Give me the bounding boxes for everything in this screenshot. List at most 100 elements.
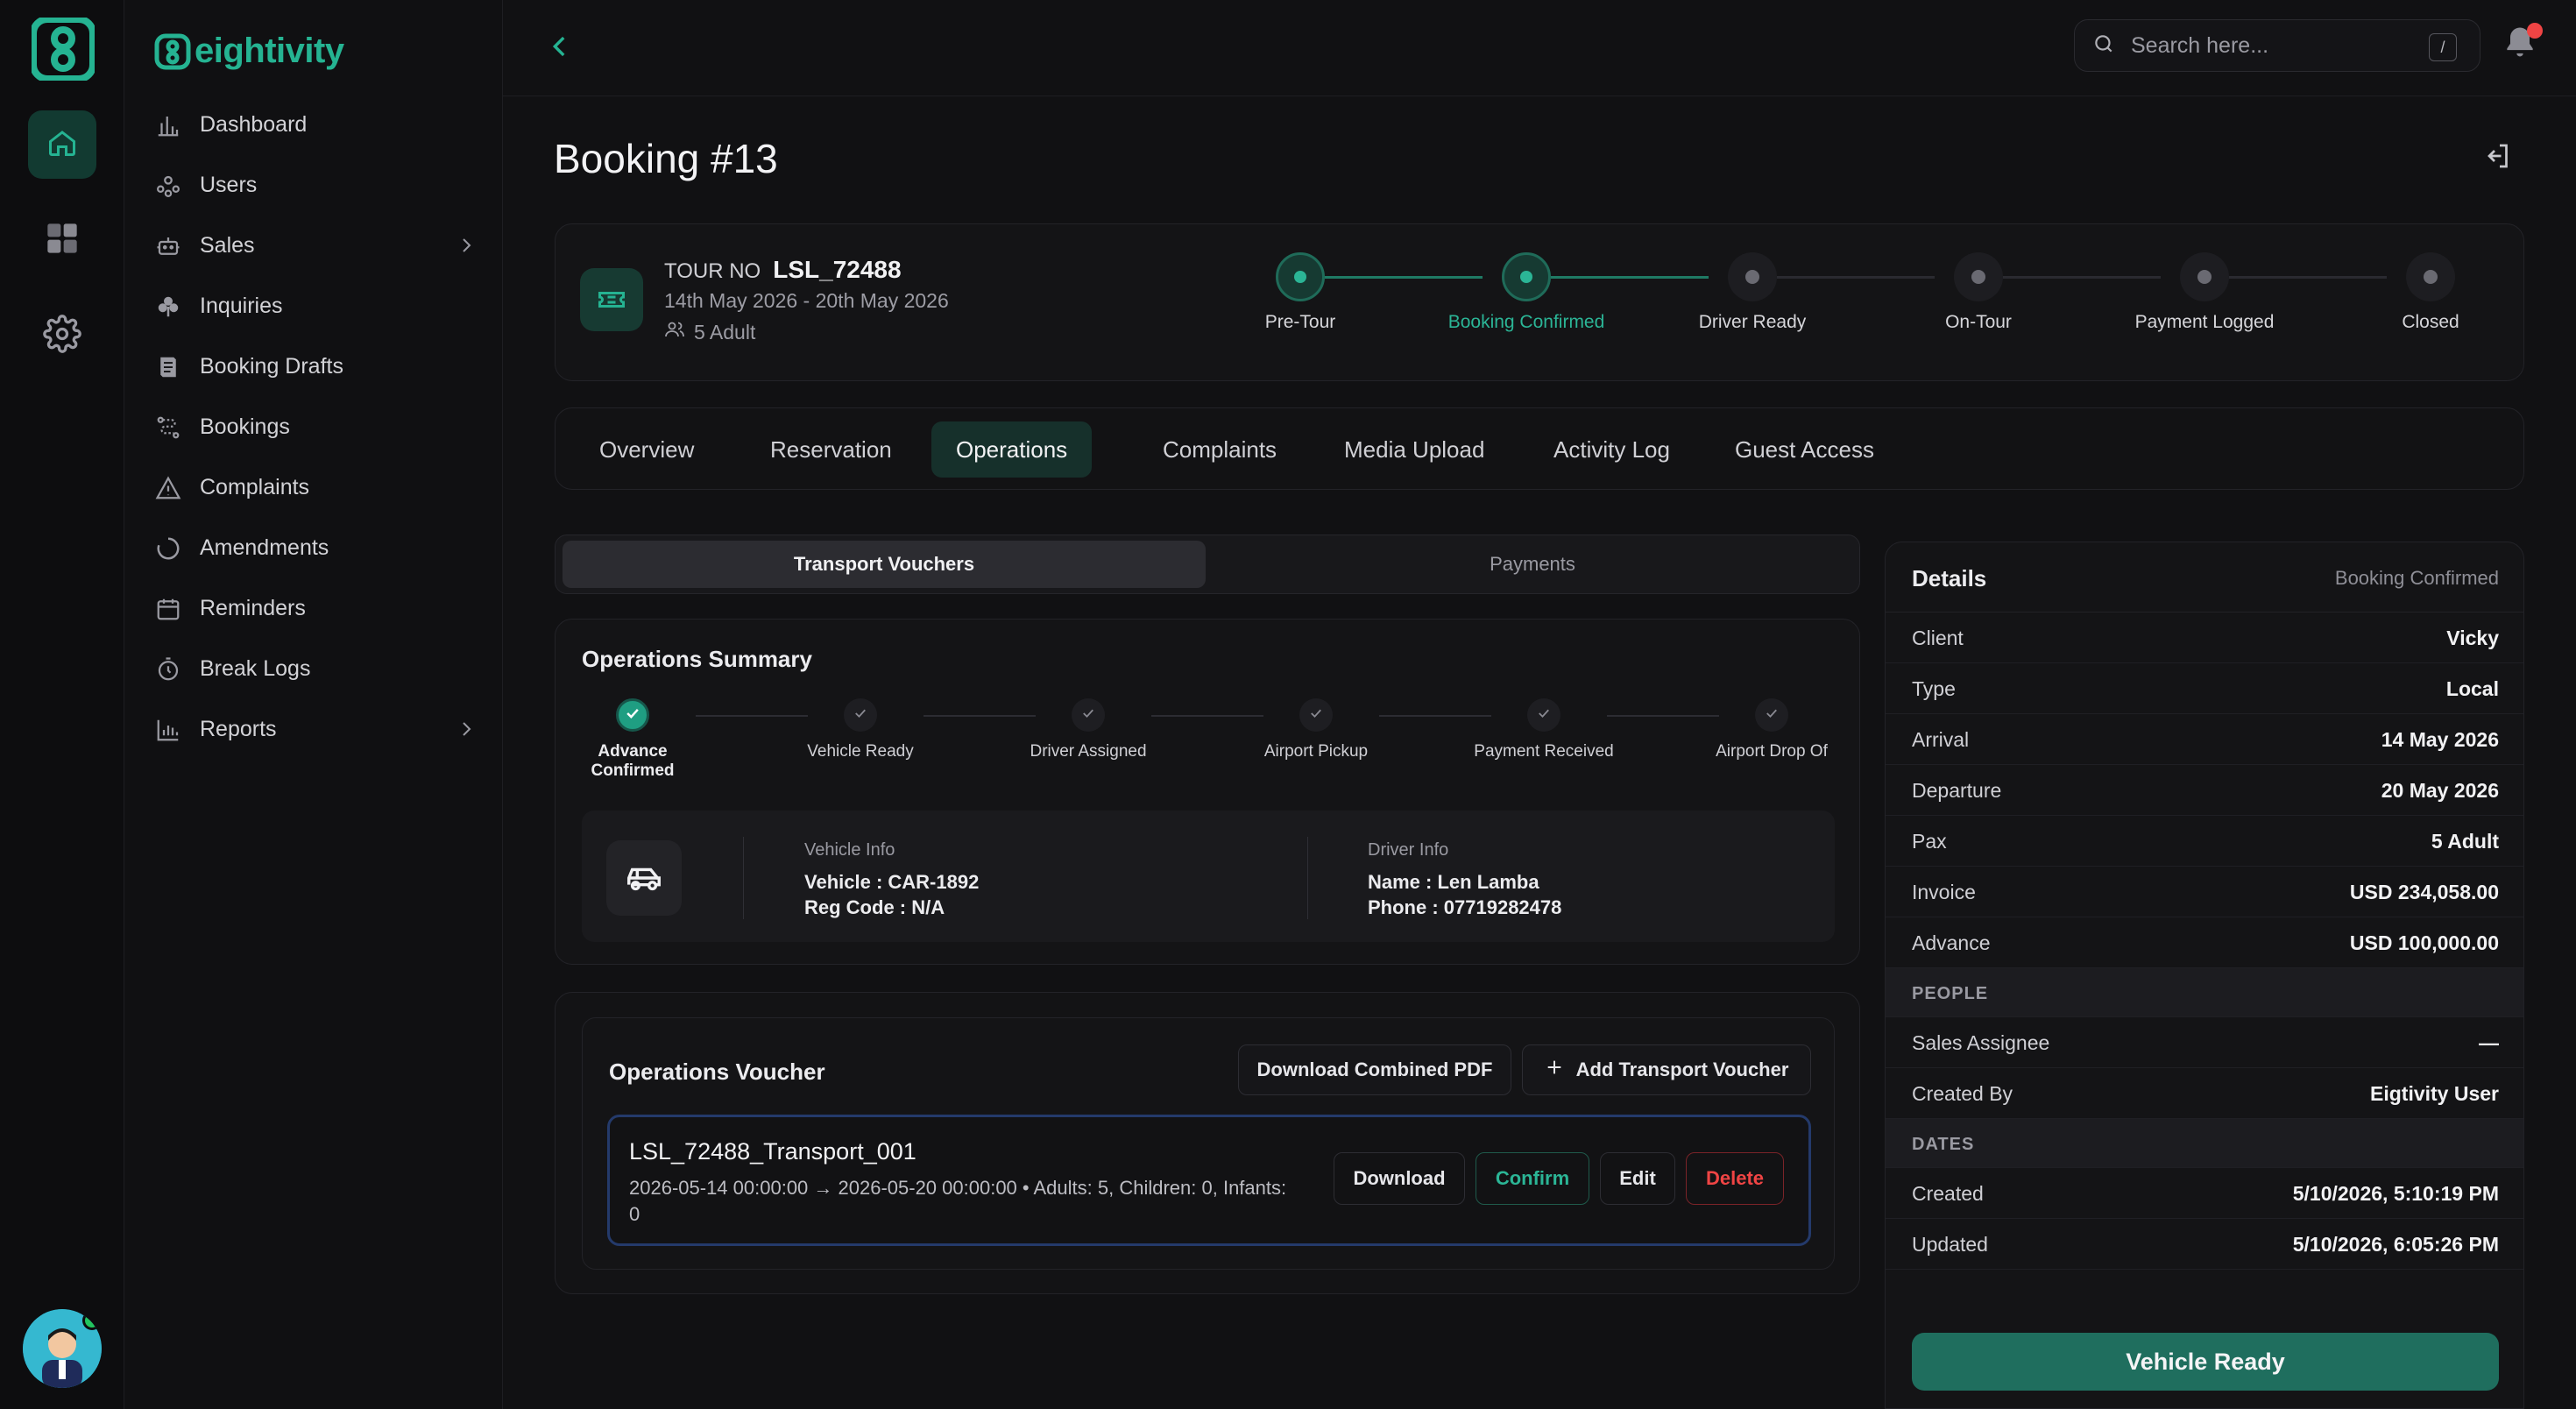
- back-button[interactable]: [538, 26, 582, 70]
- sidebar-item-booking-drafts[interactable]: Booking Drafts: [151, 336, 484, 397]
- timer-icon: [154, 655, 182, 683]
- transport-voucher-item[interactable]: LSL_72488_Transport_001 2026-05-14 00:00…: [607, 1115, 1811, 1246]
- driver-info: Driver Info Name : Len Lamba Phone : 077…: [1368, 840, 1561, 920]
- step-connector: [696, 715, 808, 717]
- download-combined-pdf-button[interactable]: Download Combined PDF: [1238, 1044, 1511, 1095]
- step-on-tour: [1954, 252, 2003, 301]
- details-section-people: PEOPLE: [1886, 968, 2523, 1017]
- chevron-right-icon: [456, 235, 477, 262]
- sidebar-item-break-logs[interactable]: Break Logs: [151, 639, 484, 699]
- confirm-button[interactable]: Confirm: [1476, 1152, 1589, 1205]
- sidebar-item-users[interactable]: Users: [151, 155, 484, 216]
- detail-value: —: [2479, 1031, 2499, 1054]
- step-label: Booking Confirmed: [1447, 312, 1605, 332]
- step-connector: [1777, 276, 1935, 279]
- details-section-dates: DATES: [1886, 1119, 2523, 1168]
- online-status-indicator: [82, 1311, 102, 1330]
- sidebar-item-bookings[interactable]: Bookings: [151, 397, 484, 457]
- details-header: Details Booking Confirmed: [1886, 542, 2523, 612]
- vehicle-ready-button[interactable]: Vehicle Ready: [1912, 1333, 2499, 1391]
- tab-reservation[interactable]: Reservation: [746, 421, 916, 478]
- sidebar-nav: Dashboard Users Sales Inquiries Booking …: [151, 95, 484, 760]
- button-label: Confirm: [1495, 1167, 1570, 1189]
- brand-mark-icon: [154, 33, 191, 69]
- driver-info-caption: Driver Info: [1368, 840, 1449, 860]
- ops-step-label: Driver Assigned: [1030, 742, 1147, 761]
- download-button[interactable]: Download: [1334, 1152, 1465, 1205]
- step-label: Driver Ready: [1698, 312, 1807, 332]
- step-label: On-Tour: [1945, 312, 2012, 332]
- booking-tabs: Overview Reservation Operations Complain…: [555, 407, 2524, 490]
- bar-chart-icon: [154, 111, 182, 139]
- detail-key: Client: [1912, 627, 1964, 649]
- detail-value: Eigtivity User: [2370, 1082, 2499, 1105]
- booking-status-stepper: Pre-Tour Booking Confirmed Driver Ready …: [556, 224, 2523, 380]
- tab-complaints[interactable]: Complaints: [1138, 421, 1301, 478]
- driver-info-values: Name : Len Lamba Phone : 07719282478: [1368, 869, 1561, 920]
- tab-media-upload[interactable]: Media Upload: [1320, 421, 1509, 478]
- ops-step-label: Vehicle Ready: [807, 742, 914, 761]
- sidebar-item-amendments[interactable]: Amendments: [151, 518, 484, 578]
- segment-transport-vouchers[interactable]: Transport Vouchers: [563, 541, 1206, 588]
- details-title: Details: [1912, 565, 1987, 591]
- tab-overview[interactable]: Overview: [575, 421, 718, 478]
- operations-summary-title: Operations Summary: [582, 646, 812, 672]
- tab-guest-access[interactable]: Guest Access: [1710, 421, 1899, 478]
- step-label: Payment Logged: [2134, 312, 2275, 332]
- spinner-icon: [154, 535, 182, 563]
- detail-row-invoice: Invoice USD 234,058.00: [1886, 867, 2523, 917]
- detail-key: Arrival: [1912, 728, 1970, 751]
- detail-value: Vicky: [2446, 627, 2499, 649]
- exit-button[interactable]: [2481, 140, 2520, 179]
- detail-key: Advance: [1912, 931, 1991, 954]
- warning-icon: [154, 474, 182, 502]
- rail-settings-button[interactable]: [28, 301, 96, 370]
- sidebar-item-complaints[interactable]: Complaints: [151, 457, 484, 518]
- sidebar-item-reminders[interactable]: Reminders: [151, 578, 484, 639]
- sidebar-item-label: Amendments: [200, 535, 329, 560]
- add-transport-voucher-button[interactable]: Add Transport Voucher: [1522, 1044, 1811, 1095]
- brand-logo[interactable]: eightivity: [154, 32, 344, 71]
- vehicle-info: Vehicle Info Vehicle : CAR-1892 Reg Code…: [804, 840, 979, 920]
- detail-row-advance: Advance USD 100,000.00: [1886, 917, 2523, 968]
- step-connector: [1325, 276, 1483, 279]
- search-box[interactable]: /: [2074, 19, 2480, 72]
- sidebar: eightivity Dashboard Users Sales Inquiri…: [124, 0, 503, 1409]
- detail-value: USD 100,000.00: [2349, 931, 2499, 954]
- tab-operations[interactable]: Operations: [931, 421, 1093, 478]
- sidebar-item-inquiries[interactable]: Inquiries: [151, 276, 484, 336]
- operations-voucher-section: Operations Voucher Download Combined PDF…: [555, 992, 1860, 1294]
- ops-step-airport-drop-off: [1755, 698, 1788, 732]
- ops-step-advance-confirmed: [616, 698, 649, 732]
- sidebar-item-reports[interactable]: Reports: [151, 699, 484, 760]
- operations-summary-card: Operations Summary Advance Confirmed Veh…: [555, 619, 1860, 965]
- notifications-button[interactable]: [2501, 23, 2544, 67]
- edit-button[interactable]: Edit: [1600, 1152, 1675, 1205]
- sidebar-item-label: Dashboard: [200, 112, 308, 137]
- section-label: PEOPLE: [1912, 984, 1989, 1003]
- rail-home-button[interactable]: [28, 110, 96, 179]
- section-label: DATES: [1912, 1135, 1975, 1154]
- detail-value: Local: [2445, 677, 2499, 700]
- detail-value: 20 May 2026: [2381, 779, 2499, 802]
- bell-icon: [2501, 27, 2539, 65]
- tab-activity-log[interactable]: Activity Log: [1529, 421, 1695, 478]
- check-icon: [1764, 705, 1780, 726]
- rail-grid-button[interactable]: [28, 206, 96, 274]
- detail-row-departure: Departure 20 May 2026: [1886, 765, 2523, 816]
- book-icon: [154, 353, 182, 381]
- vehicle-info-values: Vehicle : CAR-1892 Reg Code : N/A: [804, 869, 979, 920]
- search-input[interactable]: [2129, 32, 2418, 60]
- app-logo-icon[interactable]: [30, 16, 96, 82]
- divider: [1307, 837, 1308, 919]
- sidebar-item-label: Break Logs: [200, 656, 311, 681]
- delete-button[interactable]: Delete: [1686, 1152, 1784, 1205]
- sidebar-item-label: Booking Drafts: [200, 354, 343, 379]
- sidebar-item-dashboard[interactable]: Dashboard: [151, 95, 484, 155]
- check-icon: [1080, 705, 1096, 726]
- user-avatar[interactable]: [23, 1309, 102, 1388]
- sidebar-item-sales[interactable]: Sales: [151, 216, 484, 276]
- route-icon: [154, 414, 182, 442]
- segment-payments[interactable]: Payments: [1211, 541, 1854, 588]
- club-icon: [154, 293, 182, 321]
